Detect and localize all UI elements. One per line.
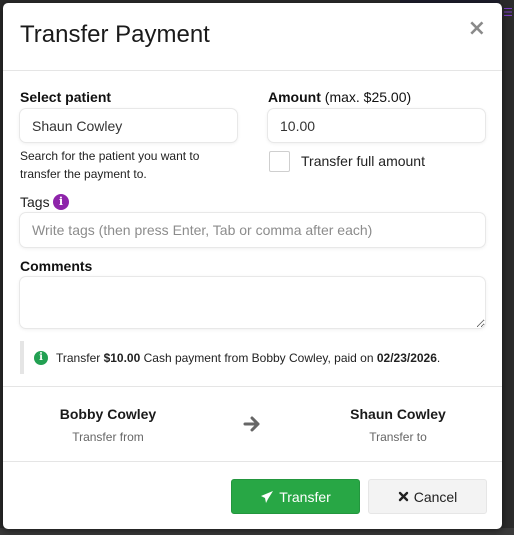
notice-amount: $10.00 <box>103 350 141 365</box>
transfer-summary-notice: i Transfer $10.00 Cash payment from Bobb… <box>20 341 490 374</box>
notice-suffix: . <box>436 350 441 365</box>
to-caption: Transfer to <box>369 430 427 444</box>
transfer-full-amount-label: Transfer full amount <box>301 153 425 169</box>
tags-label: Tags <box>20 194 50 210</box>
transfer-to: Shaun Cowley Transfer to <box>298 406 498 444</box>
cancel-button-label: Cancel <box>413 488 458 505</box>
comments-textarea[interactable] <box>19 276 486 329</box>
from-caption: Transfer from <box>72 430 144 444</box>
notice-text: Transfer $10.00 Cash payment from Bobby … <box>56 351 440 365</box>
info-icon: i <box>34 350 48 365</box>
background-page-bottom <box>0 528 514 535</box>
transfer-button[interactable]: Transfer <box>231 479 360 514</box>
arrow-right-icon <box>243 416 260 432</box>
background-page <box>500 0 514 535</box>
transfer-from: Bobby Cowley Transfer from <box>8 406 208 444</box>
notice-date: 02/23/2026 <box>376 350 437 365</box>
transfer-full-amount-checkbox[interactable] <box>269 151 290 172</box>
patient-help-text: Search for the patient you want to trans… <box>20 149 200 181</box>
patient-select-input[interactable]: Shaun Cowley <box>19 108 238 143</box>
amount-label-text: Amount <box>268 89 321 105</box>
amount-max-hint: (max. $25.00) <box>324 89 412 105</box>
transfer-payment-modal: Transfer Payment × Select patient Shaun … <box>3 3 502 529</box>
modal-title: Transfer Payment <box>20 21 210 48</box>
tags-info-icon[interactable]: i <box>53 194 69 210</box>
cancel-button[interactable]: Cancel <box>368 479 487 514</box>
divider <box>3 386 502 387</box>
close-icon[interactable]: × <box>468 18 486 40</box>
modal-header: Transfer Payment × <box>3 3 502 71</box>
patient-label: Select patient <box>20 89 112 105</box>
tags-input[interactable]: Write tags (then press Enter, Tab or com… <box>19 212 486 248</box>
transfer-button-label: Transfer <box>279 488 331 505</box>
paper-plane-icon <box>261 490 274 503</box>
footer-divider <box>3 461 502 462</box>
from-patient-name: Bobby Cowley <box>59 406 157 422</box>
notice-prefix: Transfer <box>56 350 104 365</box>
comments-label: Comments <box>20 258 93 274</box>
amount-input[interactable]: 10.00 <box>267 108 486 143</box>
amount-label: Amount (max. $25.00) <box>268 89 411 105</box>
background-menu-icon: ☰ <box>503 6 513 19</box>
notice-middle: Cash payment from Bobby Cowley, paid on <box>140 350 377 365</box>
to-patient-name: Shaun Cowley <box>350 406 446 422</box>
times-icon <box>398 491 408 502</box>
